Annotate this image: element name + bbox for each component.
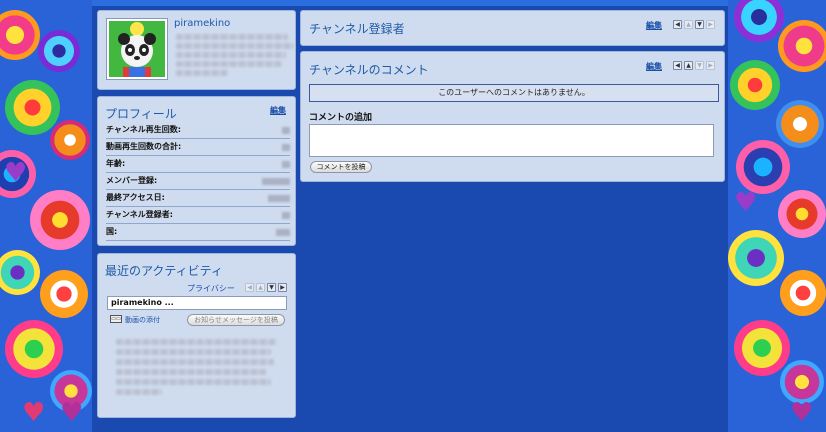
post-comment-button[interactable]: コメントを投稿 — [310, 161, 372, 173]
move-right-icon[interactable]: ▶ — [278, 283, 287, 292]
move-down-icon[interactable]: ▼ — [695, 20, 704, 29]
privacy-link[interactable]: プライバシー — [187, 283, 235, 294]
move-left-icon[interactable]: ◀ — [673, 20, 682, 29]
attach-video-link[interactable]: 動画の添付 — [125, 315, 160, 325]
activity-controls: ◀ ▲ ▼ ▶ — [245, 283, 287, 292]
subscribers-controls: ◀ ▲ ▼ ▶ — [673, 20, 715, 29]
stat-row: メンバー登録: — [106, 173, 290, 190]
subscribers-title: チャンネル登録者 — [309, 22, 405, 36]
profile-description-blurred — [176, 52, 286, 58]
profile-username[interactable]: piramekino — [174, 18, 230, 29]
activity-input[interactable]: piramekino ... — [107, 296, 287, 310]
move-up-icon[interactable]: ▲ — [684, 61, 693, 70]
comments-edit-link[interactable]: 編集 — [646, 61, 662, 72]
subscribers-edit-link[interactable]: 編集 — [646, 20, 662, 31]
activity-text-blurred — [116, 339, 276, 345]
move-right-icon[interactable]: ▶ — [706, 61, 715, 70]
profile-title: プロフィール — [105, 107, 177, 121]
activity-text-blurred — [116, 349, 271, 355]
stat-row: チャンネル登録者: — [106, 207, 290, 224]
video-attach-icon[interactable]: ▭▭ — [110, 315, 122, 323]
comments-title: チャンネルのコメント — [309, 63, 429, 77]
move-right-icon[interactable]: ▶ — [706, 20, 715, 29]
comments-box: チャンネルのコメント 編集 ◀ ▲ ▼ ▶ このユーザーへのコメントはありません… — [300, 51, 725, 182]
profile-description-blurred — [176, 43, 294, 49]
recent-activity-card: 最近のアクティビティ プライバシー ◀ ▲ ▼ ▶ piramekino ...… — [97, 253, 296, 418]
comments-controls: ◀ ▲ ▼ ▶ — [673, 61, 715, 70]
profile-stats-card: プロフィール 編集 チャンネル再生回数: 動画再生回数の合計: 年齢: メンバー… — [97, 96, 296, 246]
no-comments-notice: このユーザーへのコメントはありません。 — [309, 84, 719, 102]
move-down-icon[interactable]: ▼ — [695, 61, 704, 70]
activity-text-blurred — [116, 359, 274, 365]
move-up-icon[interactable]: ▲ — [256, 283, 265, 292]
profile-header-card: piramekino — [97, 10, 296, 90]
profile-description-blurred — [176, 70, 228, 76]
panda-avatar-icon — [109, 21, 165, 77]
stat-row: 国: — [106, 224, 290, 241]
activity-text-blurred — [116, 379, 271, 385]
post-bulletin-button[interactable]: お知らせメッセージを投稿 — [187, 314, 285, 326]
top-strip — [92, 0, 728, 6]
move-left-icon[interactable]: ◀ — [673, 61, 682, 70]
profile-description-blurred — [176, 61, 282, 67]
stat-row: 年齢: — [106, 156, 290, 173]
profile-description-blurred — [176, 34, 288, 40]
floral-decoration-right: ♥ ♥ — [728, 0, 826, 432]
activity-text-blurred — [116, 369, 266, 375]
subscribers-box: チャンネル登録者 編集 ◀ ▲ ▼ ▶ — [300, 10, 725, 46]
profile-edit-link[interactable]: 編集 — [270, 105, 286, 116]
activity-text-blurred — [116, 389, 162, 395]
stat-row: チャンネル再生回数: — [106, 122, 290, 139]
floral-decoration-left: ♥ ♥ ♥ — [0, 0, 92, 432]
add-comment-heading: コメントの追加 — [309, 113, 373, 123]
avatar[interactable] — [106, 18, 168, 80]
move-left-icon[interactable]: ◀ — [245, 283, 254, 292]
stat-row: 動画再生回数の合計: — [106, 139, 290, 156]
move-down-icon[interactable]: ▼ — [267, 283, 276, 292]
stat-row: 最終アクセス日: — [106, 190, 290, 207]
move-up-icon[interactable]: ▲ — [684, 20, 693, 29]
activity-title: 最近のアクティビティ — [105, 264, 223, 278]
comment-textarea[interactable] — [309, 124, 714, 157]
